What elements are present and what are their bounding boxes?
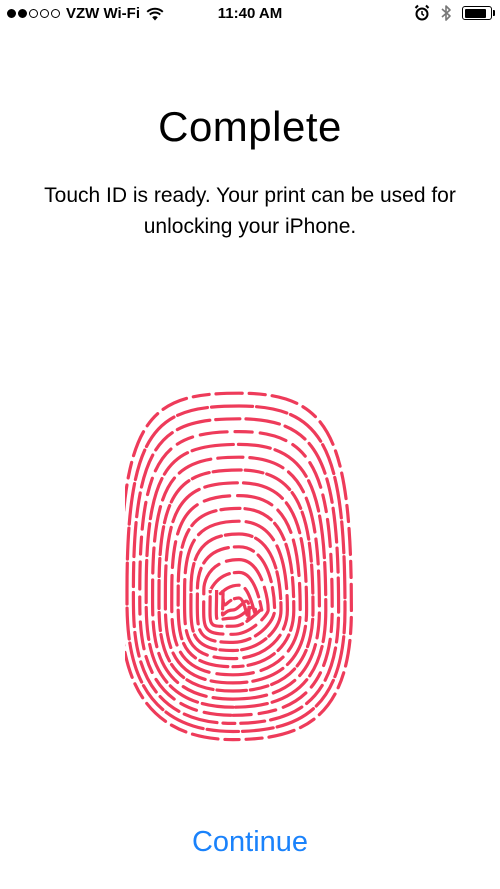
continue-button[interactable]: Continue (150, 822, 350, 862)
battery-icon (462, 6, 495, 20)
touch-id-complete-screen: VZW Wi-Fi 11:40 AM Complete Touch ID is … (0, 0, 500, 889)
status-bar: VZW Wi-Fi 11:40 AM (0, 0, 500, 28)
page-title: Complete (158, 103, 342, 150)
bluetooth-icon (441, 5, 451, 21)
page-description: Touch ID is ready. Your print can be use… (44, 184, 456, 238)
battery-fill (464, 8, 487, 18)
fingerprint-ridge (220, 589, 251, 622)
status-bar-right (414, 4, 495, 22)
fingerprint-icon (125, 391, 354, 742)
alarm-icon (414, 4, 430, 21)
